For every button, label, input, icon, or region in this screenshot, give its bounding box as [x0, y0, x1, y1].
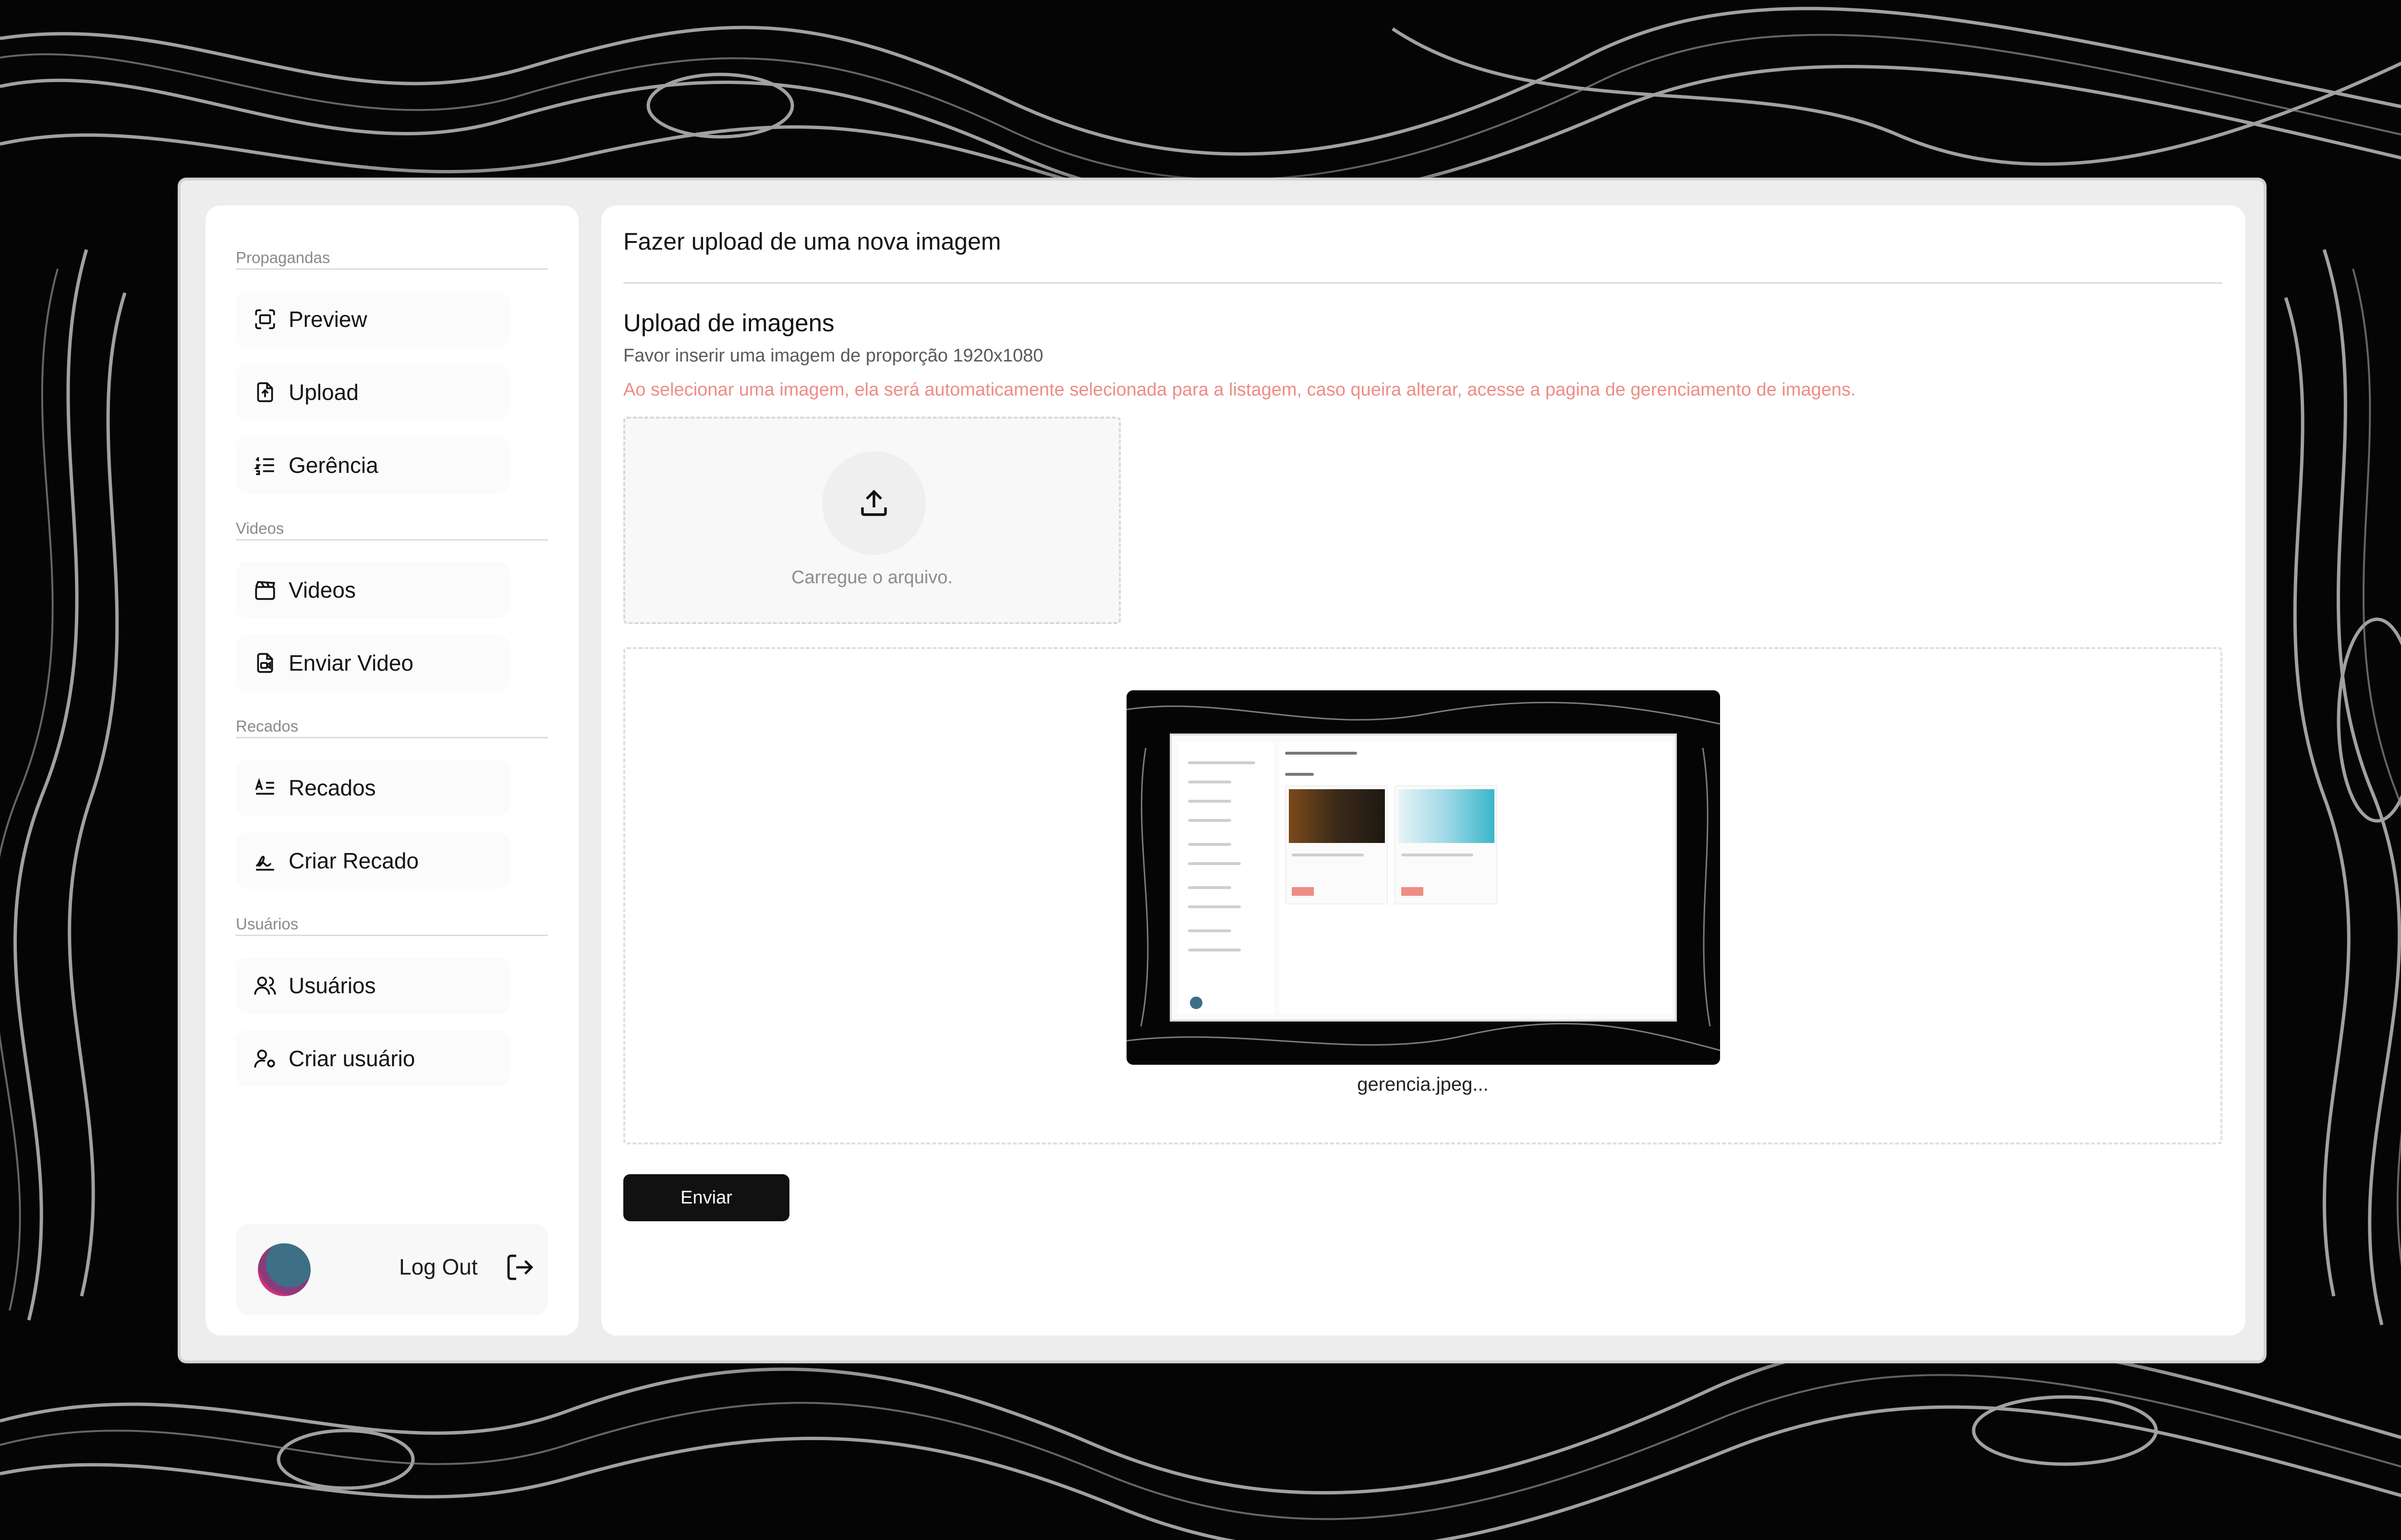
sidebar: Propagandas Preview Upload Gerência Vide…: [206, 205, 579, 1335]
sidebar-item-usuarios[interactable]: Usuários: [236, 957, 509, 1014]
sidebar-item-videos[interactable]: Videos: [236, 562, 509, 618]
thumbnail-sidebar: [1178, 742, 1274, 1014]
sidebar-item-criar-recado[interactable]: Criar Recado: [236, 832, 509, 889]
sidebar-item-label: Upload: [289, 380, 359, 405]
user-cog-icon: [254, 1049, 275, 1068]
users-icon: [254, 976, 276, 995]
upload-dropzone[interactable]: Carregue o arquivo.: [623, 417, 1121, 624]
thumbnail-window: [1170, 734, 1677, 1022]
sidebar-item-label: Enviar Video: [289, 650, 413, 675]
sidebar-item-upload[interactable]: Upload: [236, 364, 509, 421]
sidebar-item-label: Criar Recado: [289, 848, 419, 873]
logout-icon[interactable]: [505, 1252, 535, 1283]
image-preview-area: gerencia.jpeg...: [623, 647, 2222, 1144]
sidebar-item-recados[interactable]: Recados: [236, 759, 509, 816]
sidebar-item-label: Usuários: [289, 973, 376, 998]
sidebar-item-criar-usuario[interactable]: Criar usuário: [236, 1030, 509, 1087]
warning-message: Ao selecionar uma imagem, ela será autom…: [623, 380, 1856, 400]
sidebar-item-gerencia[interactable]: Gerência: [236, 437, 509, 493]
text-align-icon: [255, 778, 274, 795]
avatar[interactable]: [258, 1243, 311, 1296]
app-window: Propagandas Preview Upload Gerência Vide…: [178, 178, 2267, 1363]
section-title: Upload de imagens: [623, 309, 835, 337]
user-footer: Log Out: [236, 1224, 548, 1315]
sidebar-item-preview[interactable]: Preview: [236, 291, 509, 348]
clapperboard-icon: [255, 581, 276, 600]
page-title: Fazer upload de uma nova imagem: [623, 228, 1001, 255]
section-title-usuarios: Usuários: [236, 915, 548, 936]
submit-button[interactable]: Enviar: [623, 1174, 789, 1221]
sidebar-item-label: Preview: [289, 307, 367, 332]
dropzone-label: Carregue o arquivo.: [791, 567, 953, 588]
sidebar-item-label: Criar usuário: [289, 1046, 415, 1071]
sidebar-item-label: Videos: [289, 578, 356, 602]
thumbnail-content: [1279, 742, 1672, 1014]
section-title-videos: Videos: [236, 519, 548, 541]
sidebar-item-label: Gerência: [289, 453, 378, 478]
preview-icon: [255, 309, 275, 329]
upload-icon: [861, 490, 887, 516]
list-icon: [254, 457, 274, 475]
divider: [623, 282, 2222, 284]
subtitle: Favor inserir uma imagem de proporção 19…: [623, 346, 1043, 366]
image-thumbnail[interactable]: [1127, 690, 1720, 1065]
upload-button[interactable]: [822, 451, 926, 555]
section-title-recados: Recados: [236, 717, 548, 738]
logout-label[interactable]: Log Out: [399, 1254, 478, 1280]
file-video-icon: [257, 653, 273, 673]
file-upload-icon: [257, 382, 273, 402]
main-panel: Fazer upload de uma nova imagem Upload d…: [601, 205, 2245, 1335]
sidebar-item-enviar-video[interactable]: Enviar Video: [236, 635, 509, 691]
file-name: gerencia.jpeg...: [1357, 1074, 1489, 1095]
section-title-propagandas: Propagandas: [236, 249, 548, 270]
signature-icon: [255, 855, 274, 871]
sidebar-item-label: Recados: [289, 775, 376, 800]
